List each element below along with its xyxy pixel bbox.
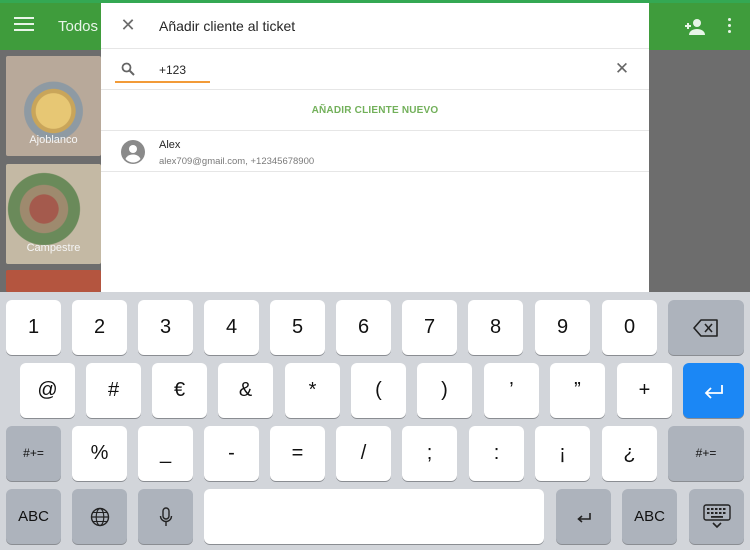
dialog-header: ✕ Añadir cliente al ticket [101, 3, 649, 49]
dialog-title: Añadir cliente al ticket [159, 18, 296, 34]
backspace-key[interactable] [668, 300, 744, 355]
search-input[interactable] [159, 62, 599, 78]
key-quote[interactable]: ” [550, 363, 605, 418]
key-4[interactable]: 4 [204, 300, 259, 355]
more-symbols-key[interactable]: #+= [6, 426, 61, 481]
key-paren-open[interactable]: ( [351, 363, 406, 418]
key-semicolon[interactable]: ; [402, 426, 457, 481]
key-plus[interactable]: + [617, 363, 672, 418]
category-title[interactable]: Todos [58, 18, 98, 35]
key-at[interactable]: @ [20, 363, 75, 418]
product-tile[interactable]: Campestre [6, 164, 101, 264]
key-9[interactable]: 9 [535, 300, 590, 355]
key-5[interactable]: 5 [270, 300, 325, 355]
key-0[interactable]: 0 [602, 300, 657, 355]
more-symbols-key[interactable]: #+= [668, 426, 744, 481]
product-tile[interactable] [6, 270, 101, 292]
key-6[interactable]: 6 [336, 300, 391, 355]
key-inverted-exclamation[interactable]: ¡ [535, 426, 590, 481]
search-bar: ✕ [101, 50, 649, 90]
hide-keyboard-key[interactable] [689, 489, 744, 544]
key-equals[interactable]: = [270, 426, 325, 481]
undo-key[interactable] [556, 489, 611, 544]
search-focus-underline [115, 81, 210, 83]
key-percent[interactable]: % [72, 426, 127, 481]
undo-icon [576, 512, 591, 523]
microphone-icon [159, 506, 172, 526]
key-hash[interactable]: # [86, 363, 141, 418]
key-apostrophe[interactable]: ’ [484, 363, 539, 418]
client-list-item[interactable]: Alex alex709@gmail.com, +12345678900 [101, 132, 649, 172]
backspace-icon [693, 318, 718, 337]
product-tile-label: Campestre [26, 242, 81, 254]
search-icon [121, 62, 135, 76]
close-icon[interactable]: ✕ [119, 16, 137, 34]
key-slash[interactable]: / [336, 426, 391, 481]
add-client-dialog: ✕ Añadir cliente al ticket ✕ AÑADIR CLIE… [101, 3, 649, 292]
product-tile[interactable]: Ajoblanco [6, 56, 101, 156]
product-tile-label: Ajoblanco [29, 134, 78, 146]
key-asterisk[interactable]: * [285, 363, 340, 418]
onscreen-keyboard: 1 2 3 4 5 6 7 8 9 0 @ # € & * ( ) ’ ” + … [0, 292, 750, 550]
space-key[interactable] [204, 489, 544, 544]
key-minus[interactable]: - [204, 426, 259, 481]
client-name: Alex [159, 139, 181, 151]
abc-key[interactable]: ABC [622, 489, 677, 544]
key-7[interactable]: 7 [402, 300, 457, 355]
key-paren-close[interactable]: ) [417, 363, 472, 418]
return-icon [704, 384, 723, 399]
key-ampersand[interactable]: & [218, 363, 273, 418]
add-person-icon[interactable] [684, 18, 706, 36]
key-colon[interactable]: : [469, 426, 524, 481]
abc-key[interactable]: ABC [6, 489, 61, 544]
key-inverted-question[interactable]: ¿ [602, 426, 657, 481]
key-euro[interactable]: € [152, 363, 207, 418]
globe-icon [90, 507, 109, 526]
avatar-icon [121, 140, 145, 164]
key-1[interactable]: 1 [6, 300, 61, 355]
keyboard-hide-icon [702, 503, 731, 528]
key-3[interactable]: 3 [138, 300, 193, 355]
add-new-client-button[interactable]: AÑADIR CLIENTE NUEVO [101, 91, 649, 131]
client-detail: alex709@gmail.com, +12345678900 [159, 156, 315, 167]
hamburger-menu-icon[interactable] [14, 17, 34, 35]
key-2[interactable]: 2 [72, 300, 127, 355]
key-8[interactable]: 8 [468, 300, 523, 355]
clear-search-icon[interactable]: ✕ [613, 60, 631, 78]
globe-key[interactable] [72, 489, 127, 544]
return-key[interactable] [683, 363, 744, 418]
more-vert-icon[interactable] [726, 18, 732, 36]
microphone-key[interactable] [138, 489, 193, 544]
key-underscore[interactable]: _ [138, 426, 193, 481]
